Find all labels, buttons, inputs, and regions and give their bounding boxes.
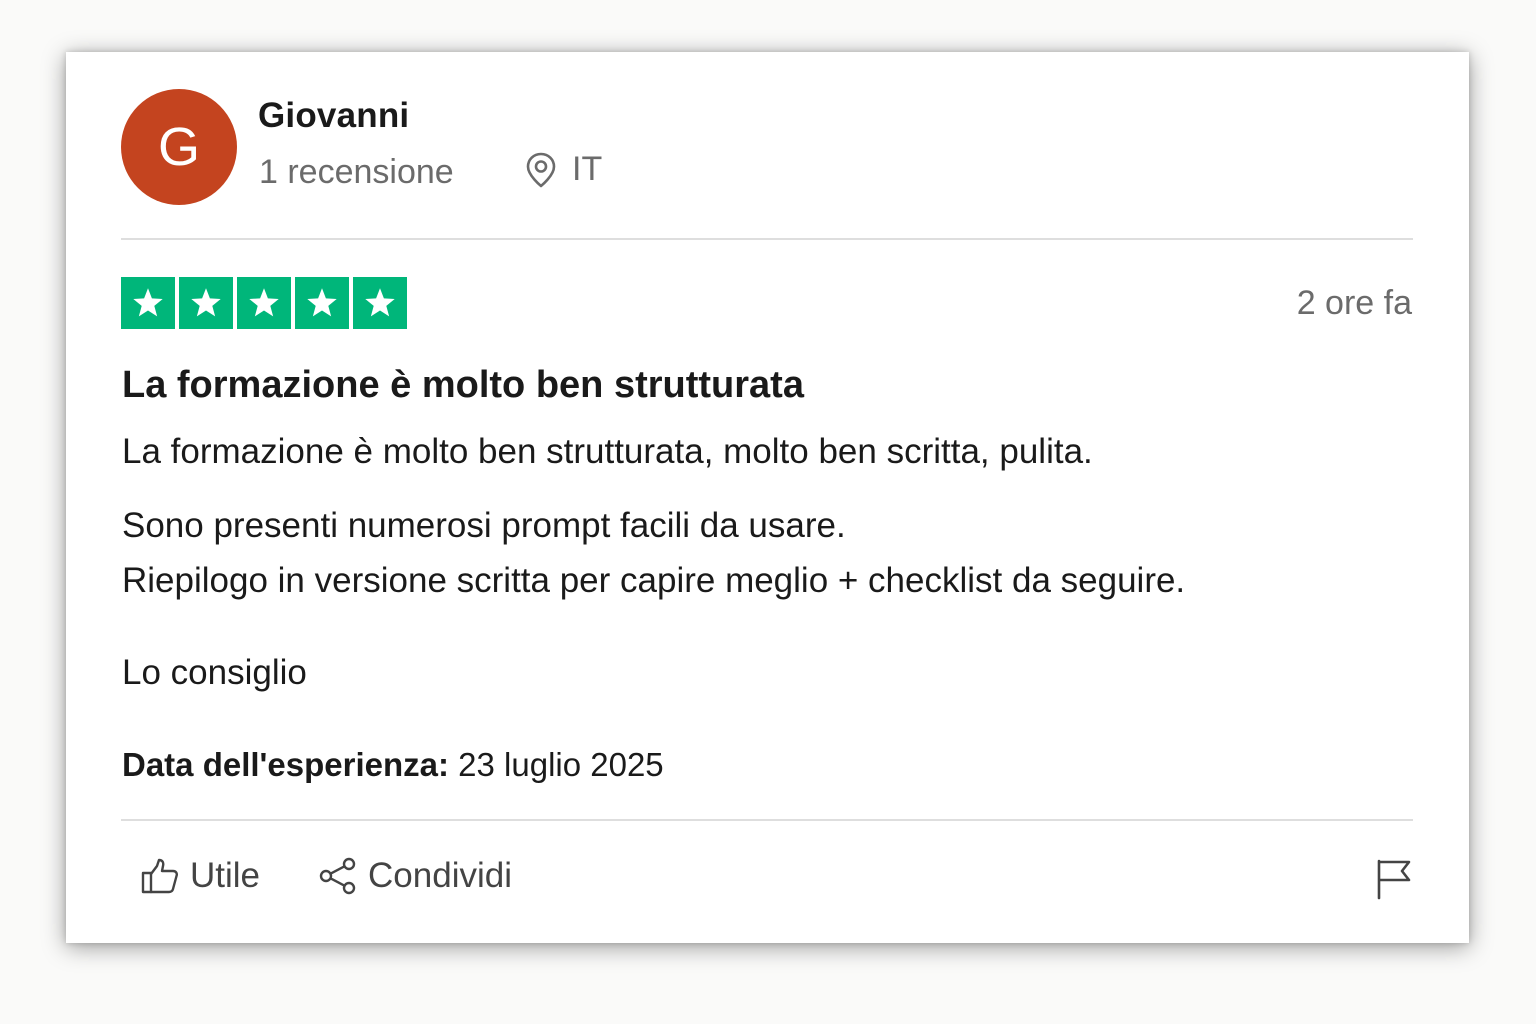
- review-actions: Utile Condividi: [140, 856, 512, 896]
- country-code: IT: [572, 150, 603, 188]
- star-icon: [365, 288, 395, 317]
- review-paragraph: La formazione è molto ben strutturata, m…: [122, 432, 1093, 471]
- rating-star: [295, 277, 349, 329]
- footer-divider: [121, 819, 1413, 821]
- reviewer-location: IT: [524, 150, 602, 189]
- share-button[interactable]: Condividi: [318, 856, 512, 896]
- header-divider: [121, 238, 1413, 240]
- review-time: 2 ore fa: [1296, 284, 1412, 322]
- star-rating: [121, 277, 407, 329]
- experience-date-value: 23 luglio 2025: [458, 746, 664, 783]
- thumbs-up-icon: [140, 857, 180, 895]
- flag-icon: [1375, 858, 1413, 900]
- star-icon: [191, 288, 221, 317]
- rating-star: [353, 277, 407, 329]
- experience-date: Data dell'esperienza: 23 luglio 2025: [122, 746, 664, 784]
- star-icon: [307, 288, 337, 317]
- star-icon: [133, 288, 163, 317]
- review-paragraph: Riepilogo in versione scritta per capire…: [122, 561, 1186, 600]
- review-title: La formazione è molto ben strutturata: [122, 364, 804, 406]
- share-label: Condividi: [368, 856, 512, 895]
- useful-label: Utile: [190, 856, 261, 895]
- avatar[interactable]: G: [121, 89, 237, 205]
- rating-star: [179, 277, 233, 329]
- location-pin-icon: [524, 151, 558, 189]
- experience-date-label: Data dell'esperienza:: [122, 746, 449, 783]
- review-card: G Giovanni 1 recensione IT 2 ore fa La f…: [66, 52, 1469, 943]
- review-paragraph: Lo consiglio: [122, 653, 307, 692]
- reviewer-name[interactable]: Giovanni: [258, 96, 409, 136]
- useful-button[interactable]: Utile: [140, 856, 260, 896]
- report-button[interactable]: [1375, 858, 1413, 900]
- review-count: 1 recensione: [259, 153, 454, 191]
- avatar-initial: G: [157, 117, 200, 177]
- star-icon: [249, 288, 279, 317]
- review-paragraph: Sono presenti numerosi prompt facili da …: [122, 506, 846, 545]
- rating-star: [121, 277, 175, 329]
- rating-star: [237, 277, 291, 329]
- share-icon: [318, 857, 358, 895]
